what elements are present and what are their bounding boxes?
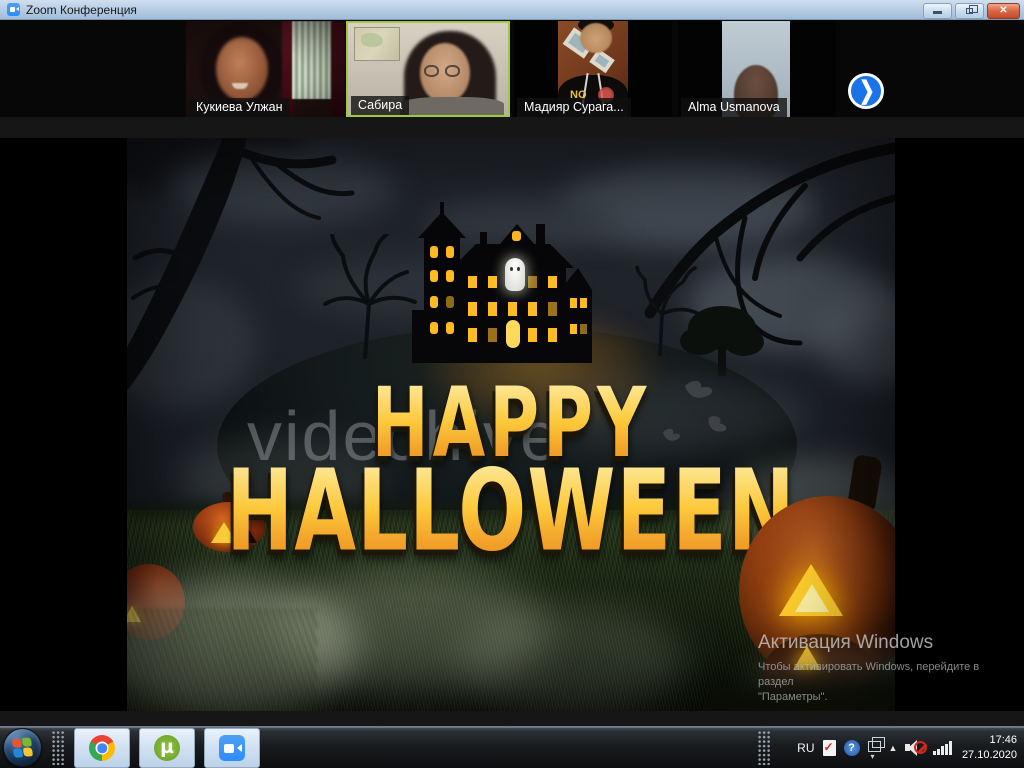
taskbar-button-utorrent[interactable]: µ — [139, 728, 195, 768]
language-indicator[interactable]: RU — [797, 741, 814, 755]
zoom-meeting-window: Zoom Конференция ✕ Кукиева Улжан Сабира — [0, 0, 1024, 768]
chrome-icon — [89, 735, 115, 761]
windows-taskbar: µ RU ? ▲ 17:46 27.10.2020 — [0, 726, 1024, 768]
clock[interactable]: 17:46 27.10.2020 — [962, 733, 1017, 763]
participant-name: Мадияр Сурага... — [517, 98, 631, 117]
zoom-app-icon — [7, 3, 20, 16]
zoom-camera-icon — [219, 735, 245, 761]
participant-name: Alma Usmanova — [681, 98, 787, 117]
tray-grip[interactable] — [758, 731, 770, 765]
glowing-door — [506, 320, 520, 348]
chevron-right-icon: ❯ — [859, 79, 875, 104]
minimize-icon — [933, 11, 942, 14]
help-icon[interactable]: ? — [844, 740, 860, 756]
glasses — [424, 65, 439, 77]
halloween-artwork: videohive — [127, 138, 895, 711]
taskbar-button-zoom[interactable] — [204, 728, 260, 768]
restore-button[interactable] — [955, 3, 984, 19]
taskbar-button-chrome[interactable] — [74, 728, 130, 768]
next-participants-page-button[interactable]: ❯ — [848, 73, 884, 109]
bushy-tree — [672, 296, 772, 376]
participant-video-sabira-active-speaker[interactable]: Сабира — [346, 21, 510, 117]
action-center-icon[interactable] — [823, 740, 836, 756]
restore-icon — [966, 8, 973, 14]
show-hidden-icons-arrow[interactable]: ▲ — [889, 743, 898, 753]
tray-date: 27.10.2020 — [962, 748, 1017, 763]
start-button[interactable] — [3, 728, 42, 767]
screen-share-area: videohive — [0, 117, 1024, 726]
participants-strip: Кукиева Улжан Сабира NO Мадияр — [0, 20, 1024, 117]
shared-video-stage: videohive — [0, 138, 1024, 711]
participant-name: Кукиева Улжан — [189, 98, 289, 117]
windows-logo-icon — [12, 737, 34, 759]
window-tray-icon[interactable] — [868, 741, 881, 752]
taskbar-grip[interactable] — [52, 731, 64, 765]
window-title: Zoom Конференция — [26, 3, 137, 17]
utorrent-icon: µ — [154, 735, 180, 761]
participant-video-kukieva[interactable]: Кукиева Улжан — [186, 21, 345, 117]
participant-video-madiyar[interactable]: NO Мадияр Сурага... — [514, 21, 672, 117]
system-tray: RU ? ▲ 17:46 27.10.2020 — [797, 727, 1021, 768]
minimize-button[interactable] — [923, 3, 952, 19]
participant-video-alma[interactable]: Alma Usmanova — [678, 21, 836, 117]
volume-muted-icon[interactable] — [905, 739, 925, 757]
tray-time: 17:46 — [962, 733, 1017, 748]
ghost-icon — [505, 258, 525, 291]
wall-map — [354, 27, 400, 61]
window-titlebar[interactable]: Zoom Конференция ✕ — [0, 0, 1024, 20]
activation-title: Активация Windows — [758, 632, 998, 654]
participant-name: Сабира — [351, 96, 409, 115]
windows-activation-watermark: Активация Windows Чтобы активировать Win… — [758, 632, 998, 705]
haunted-house — [412, 198, 592, 363]
close-button[interactable]: ✕ — [987, 3, 1020, 19]
network-signal-icon[interactable] — [933, 741, 952, 755]
